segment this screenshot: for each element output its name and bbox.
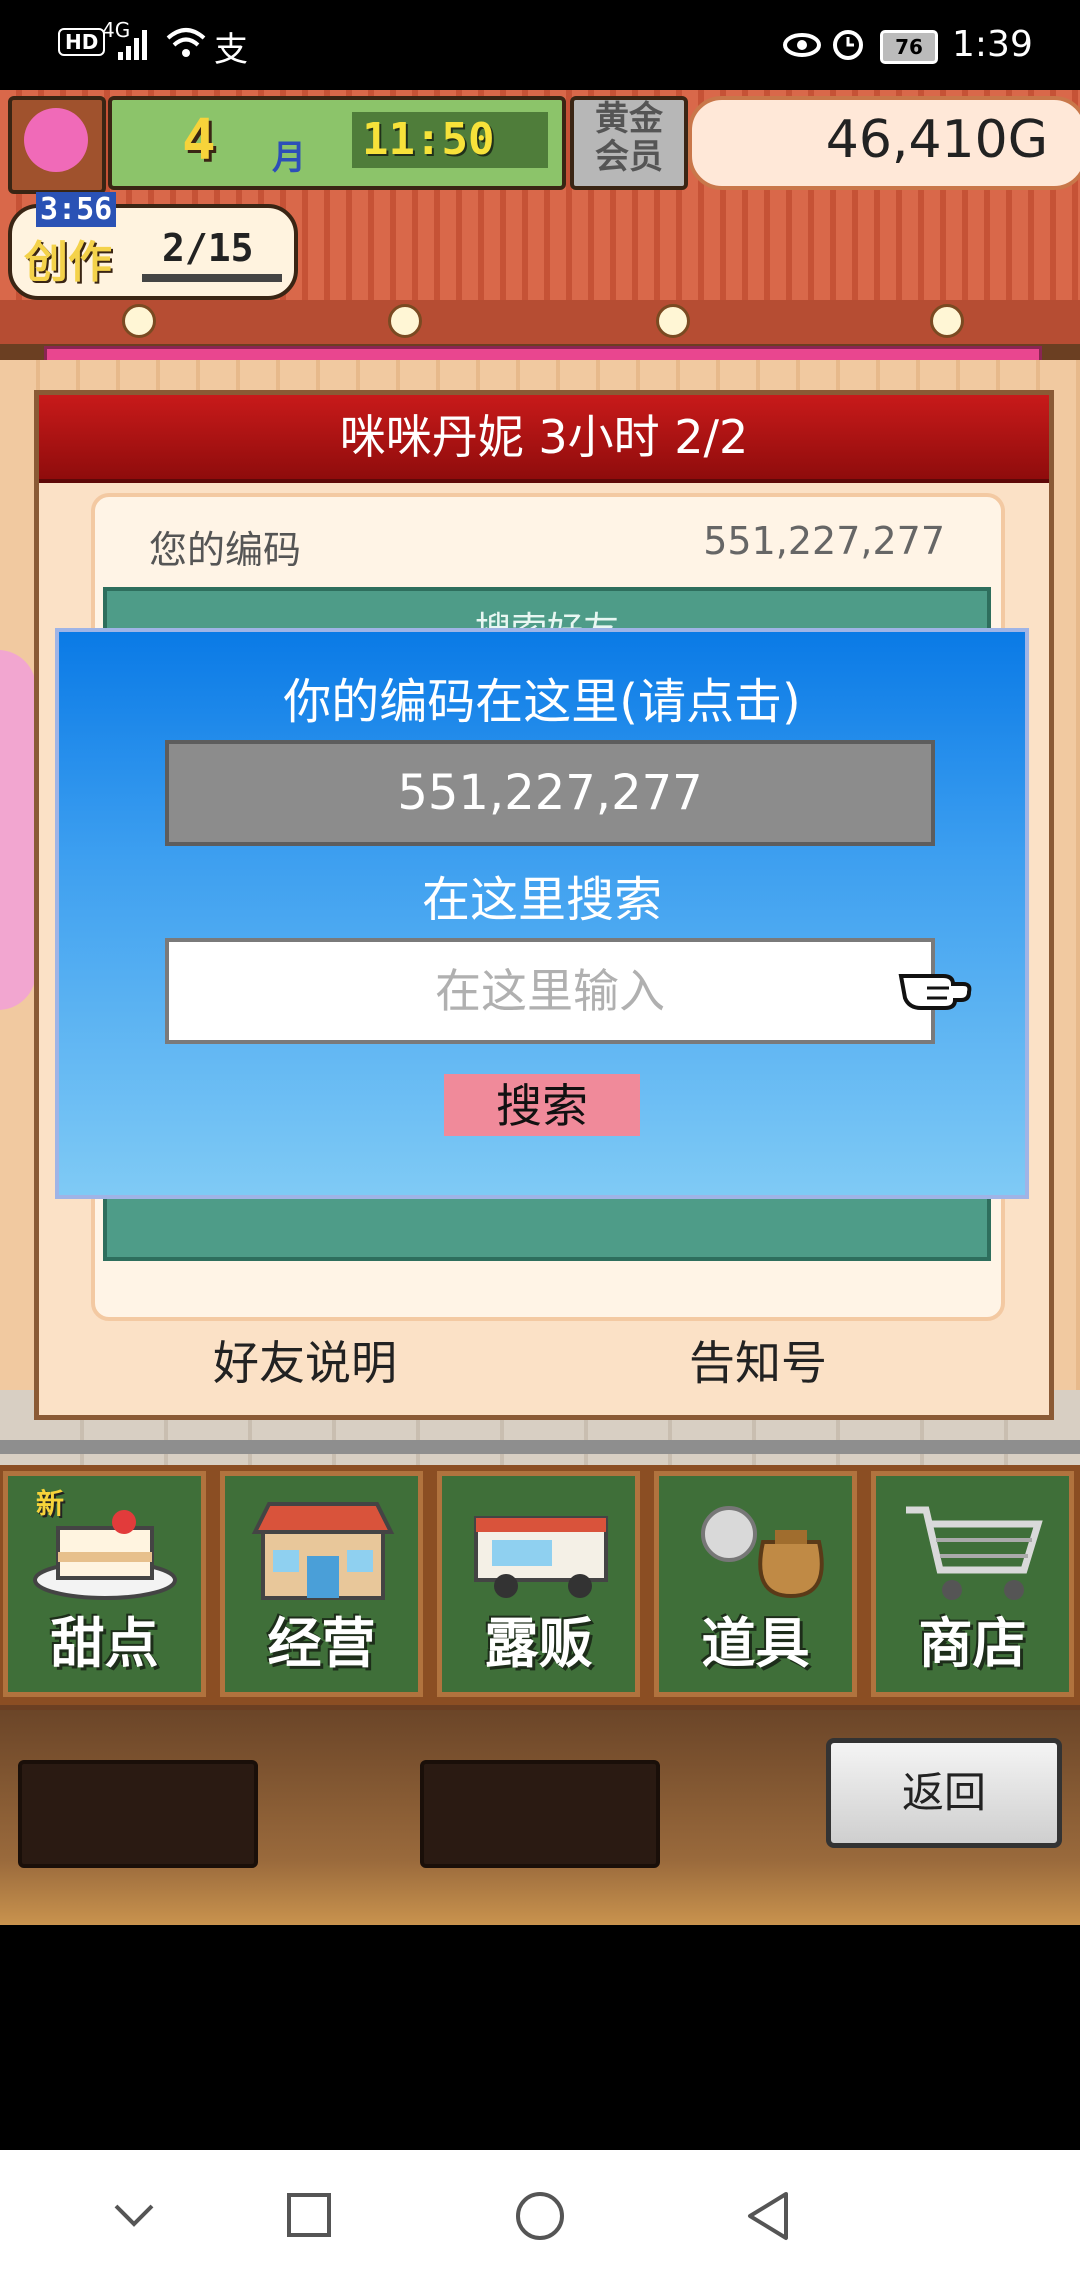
wifi-icon (166, 28, 206, 57)
bottom-area: 返回 (0, 1710, 1080, 1925)
menu-bar: 新 甜点 经营 露贩 道具 商店 (0, 1465, 1080, 1705)
game-scene: 4 月 11:50 黄金 会员 46,410G 3:56 创作 2/15 咪咪丹… (0, 90, 1080, 1925)
light-bulb (122, 304, 156, 338)
food-truck-icon (474, 1516, 608, 1598)
items-bag-icon (701, 1506, 824, 1599)
menu-label: 道具 (701, 1612, 810, 1675)
gold-member-badge[interactable]: 黄金 会员 (570, 96, 688, 190)
date-time-panel: 4 月 11:50 (108, 96, 566, 190)
status-bar: HD 4G 支 76 1:39 (0, 0, 1080, 90)
light-bulb (388, 304, 422, 338)
signal-icon (118, 30, 147, 60)
chevron-down-icon[interactable] (112, 2200, 156, 2230)
friend-help-link[interactable]: 好友说明 (213, 1327, 397, 1393)
search-modal: 你的编码在这里(请点击) 551,227,277 在这里搜索 搜索 (55, 628, 1029, 1199)
code-value[interactable]: 551,227,277 (703, 519, 945, 563)
create-progress-bar (142, 274, 282, 282)
my-code-box[interactable]: 551,227,277 (165, 740, 935, 846)
search-label: 在这里搜索 (421, 872, 662, 928)
menu-management[interactable]: 经营 (220, 1471, 423, 1697)
empty-slot (420, 1760, 660, 1868)
create-label: 创作 (24, 237, 112, 288)
alarm-icon (833, 30, 863, 60)
hd-indicator: HD (58, 28, 106, 56)
new-badge: 新 (36, 1487, 65, 1520)
back-button[interactable]: 返回 (826, 1738, 1062, 1848)
eye-icon (783, 33, 821, 57)
menu-store[interactable]: 商店 (871, 1471, 1074, 1697)
code-prompt: 你的编码在这里(请点击) (283, 674, 801, 730)
menu-food-truck[interactable]: 露贩 (437, 1471, 640, 1697)
create-progress: 2/15 (162, 226, 254, 270)
clock: 1:39 (952, 24, 1033, 65)
month-number: 4 (182, 108, 216, 173)
menu-items[interactable]: 道具 (654, 1471, 857, 1697)
create-timer: 3:56 (36, 192, 117, 227)
code-label: 您的编码 (149, 528, 302, 572)
pointing-hand-icon (898, 974, 972, 1010)
search-button[interactable]: 搜索 (444, 1074, 640, 1136)
menu-label: 甜点 (50, 1612, 159, 1675)
create-panel[interactable]: 3:56 创作 2/15 (8, 192, 298, 300)
empty-slot (18, 1760, 258, 1868)
shop-building-icon (251, 1502, 395, 1600)
alipay-icon: 支 (214, 30, 248, 70)
game-clock: 11:50 (362, 114, 495, 165)
shopping-cart-icon (906, 1506, 1043, 1600)
navigation-bar (0, 2150, 1080, 2280)
menu-label: 商店 (918, 1612, 1027, 1675)
back-icon[interactable] (744, 2190, 792, 2242)
light-bulb (656, 304, 690, 338)
shop-avatar[interactable] (8, 96, 106, 194)
tree-avatar-icon (24, 108, 88, 172)
cherry-tree (0, 650, 36, 1010)
light-bulb (930, 304, 964, 338)
panel-title: 咪咪丹妮 3小时 2/2 (39, 395, 1049, 483)
search-input[interactable] (165, 938, 935, 1044)
home-icon[interactable] (514, 2190, 566, 2242)
recent-apps-icon[interactable] (286, 2192, 332, 2238)
notice-link[interactable]: 告知号 (689, 1327, 827, 1393)
battery-icon: 76 (880, 30, 938, 64)
menu-dessert[interactable]: 新 甜点 (3, 1471, 206, 1697)
month-unit: 月 (272, 138, 306, 178)
money-panel: 46,410G (688, 96, 1080, 190)
menu-label: 露贩 (484, 1612, 593, 1675)
money-amount: 46,410G (825, 110, 1048, 170)
menu-label: 经营 (267, 1612, 376, 1675)
